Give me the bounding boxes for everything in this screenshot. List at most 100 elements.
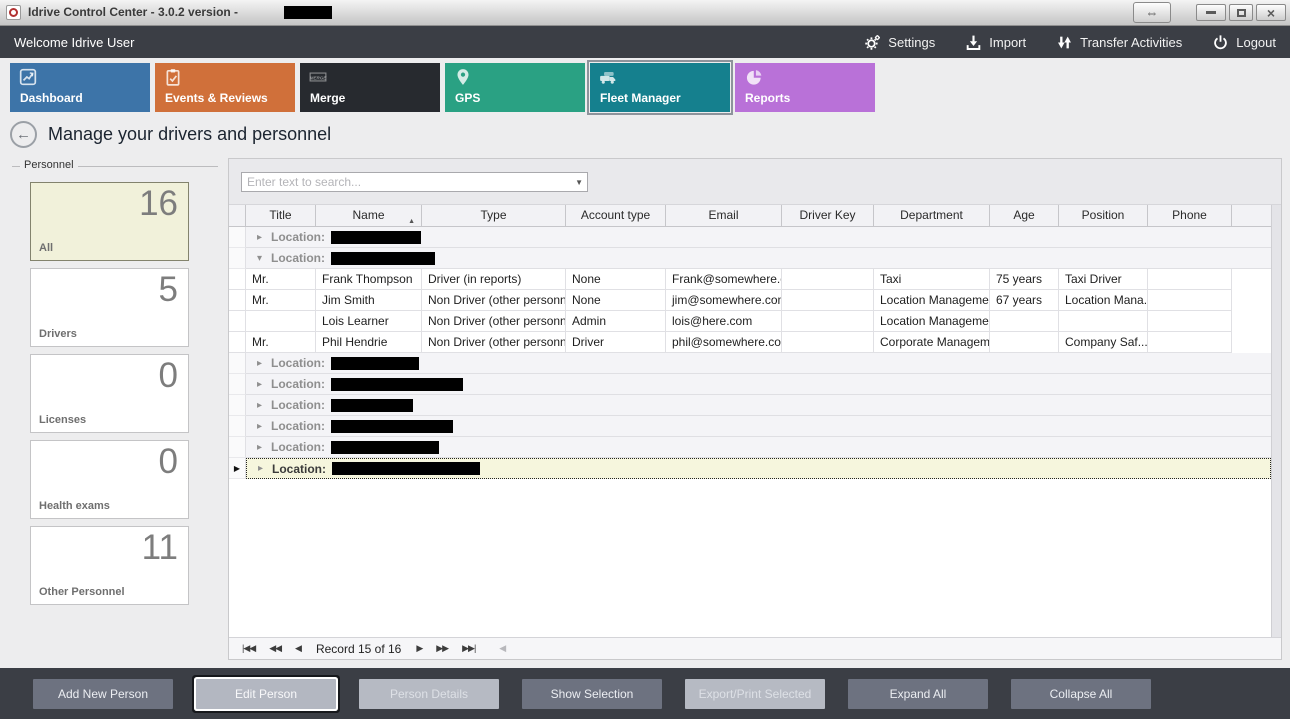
- sidebar-card-drivers[interactable]: 5Drivers: [30, 268, 189, 347]
- location-group-row[interactable]: ▸Location:: [229, 353, 1271, 374]
- nav-prev-page-button[interactable]: ◀◀: [262, 643, 288, 654]
- cell-name: Lois Learner: [316, 311, 422, 332]
- column-header-type[interactable]: Type: [422, 205, 566, 226]
- collapse-all-button[interactable]: Collapse All: [1011, 679, 1151, 709]
- location-group-row[interactable]: ▾Location:: [229, 248, 1271, 269]
- edit-person-button[interactable]: Edit Person: [196, 679, 336, 709]
- hscroll-left-button[interactable]: ◀: [492, 643, 512, 654]
- nav-next-page-button[interactable]: ▶▶: [429, 643, 455, 654]
- nav-last-button[interactable]: ▶▶|: [455, 643, 482, 654]
- search-box: ▼: [241, 172, 588, 192]
- search-band: ▼: [229, 159, 1281, 205]
- expand-all-button[interactable]: Expand All: [848, 679, 988, 709]
- column-header-age[interactable]: Age: [990, 205, 1059, 226]
- vertical-scrollbar[interactable]: [1271, 205, 1281, 637]
- expand-group-icon[interactable]: ▸: [254, 400, 265, 411]
- tab-fleet-manager[interactable]: Fleet Manager: [590, 63, 730, 112]
- export-print-selected-button[interactable]: Export/Print Selected: [685, 679, 825, 709]
- column-header-email[interactable]: Email: [666, 205, 782, 226]
- person-row-phil-hendrie[interactable]: Mr.Phil HendrieNon Driver (other personn…: [229, 332, 1271, 353]
- nav-next-button[interactable]: ▶: [409, 643, 429, 654]
- column-header-driver-key[interactable]: Driver Key: [782, 205, 874, 226]
- close-button[interactable]: ×: [1256, 4, 1286, 21]
- location-redaction: [331, 441, 439, 454]
- expand-group-icon[interactable]: ▸: [254, 442, 265, 453]
- sidebar-card-health-exams[interactable]: 0 Health exams: [30, 440, 189, 519]
- row-indicator-cell: [229, 227, 246, 248]
- tab-reports[interactable]: Reports: [735, 63, 875, 112]
- expand-group-icon[interactable]: ▸: [254, 379, 265, 390]
- add-new-person-button[interactable]: Add New Person: [33, 679, 173, 709]
- card-label: Health exams: [39, 500, 110, 512]
- title-bar: Idrive Control Center - 3.0.2 version - …: [0, 0, 1290, 26]
- location-group-row[interactable]: ▸Location:: [229, 416, 1271, 437]
- cell-email: phil@somewhere.com: [666, 332, 782, 353]
- location-group-row[interactable]: ▸ Location:: [229, 374, 1271, 395]
- person-row-jim-smith[interactable]: Mr.Jim SmithNon Driver (other personnel)…: [229, 290, 1271, 311]
- tab-merge[interactable]: MERGEMerge: [300, 63, 440, 112]
- page-title: Manage your drivers and personnel: [48, 124, 331, 145]
- maximize-button[interactable]: [1229, 4, 1253, 21]
- pin-icon: [454, 68, 472, 86]
- settings-label: Settings: [888, 35, 935, 50]
- column-header-account-type[interactable]: Account type: [566, 205, 666, 226]
- column-header-title[interactable]: Title: [246, 205, 316, 226]
- expand-group-icon[interactable]: ▸: [254, 421, 265, 432]
- back-button[interactable]: ←: [10, 121, 37, 148]
- transfer-activities-button[interactable]: Transfer Activities: [1056, 34, 1182, 51]
- expand-group-icon[interactable]: ▸: [255, 463, 266, 474]
- import-button[interactable]: Import: [965, 34, 1026, 51]
- show-selection-button[interactable]: Show Selection: [522, 679, 662, 709]
- card-count: 11: [142, 528, 178, 568]
- search-dropdown-icon[interactable]: ▼: [575, 178, 583, 187]
- page-heading: ← Manage your drivers and personnel: [10, 121, 331, 148]
- location-group-row[interactable]: ▸Location:: [229, 395, 1271, 416]
- sidebar-card-all[interactable]: 16All: [30, 182, 189, 261]
- person-row-lois-learner[interactable]: Lois LearnerNon Driver (other personnel)…: [229, 311, 1271, 332]
- person-details-button[interactable]: Person Details: [359, 679, 499, 709]
- card-count: 0: [159, 442, 178, 482]
- resize-window-button[interactable]: ⇔: [1133, 2, 1171, 23]
- column-header-department[interactable]: Department: [874, 205, 990, 226]
- nav-first-button[interactable]: |◀◀: [235, 643, 262, 654]
- card-count: 0: [159, 356, 178, 396]
- row-filler: [1232, 269, 1271, 290]
- person-row-frank-thompson[interactable]: Mr.Frank ThompsonDriver (in reports)None…: [229, 269, 1271, 290]
- cell-type: Non Driver (other personnel): [422, 290, 566, 311]
- sidebar-card-licenses[interactable]: 0 Licenses: [30, 354, 189, 433]
- row-indicator-cell: [229, 395, 246, 416]
- group-label: Location:: [271, 377, 325, 391]
- location-group-row[interactable]: ▸ Location:: [229, 227, 1271, 248]
- row-indicator-cell: [229, 332, 246, 353]
- cell-department: Location Management: [874, 311, 990, 332]
- card-label: Drivers: [39, 328, 77, 340]
- expand-group-icon[interactable]: ▸: [254, 358, 265, 369]
- toolbar-actions: Settings Import Transfer Activities Logout: [864, 34, 1276, 51]
- expand-group-icon[interactable]: ▸: [254, 232, 265, 243]
- card-count: 16: [139, 184, 178, 224]
- power-icon: [1212, 34, 1229, 51]
- location-redaction: [331, 378, 463, 391]
- sidebar-card-other-personnel[interactable]: 11Other Personnel: [30, 526, 189, 605]
- location-group-row[interactable]: ▸Location:: [229, 437, 1271, 458]
- tab-events-reviews[interactable]: Events & Reviews: [155, 63, 295, 112]
- column-header-position[interactable]: Position: [1059, 205, 1148, 226]
- nav-prev-button[interactable]: ◀: [288, 643, 308, 654]
- cell-phone: [1148, 269, 1232, 290]
- search-input[interactable]: [242, 173, 587, 191]
- tab-gps[interactable]: GPS: [445, 63, 585, 112]
- minimize-button[interactable]: [1196, 4, 1226, 21]
- tab-dashboard[interactable]: Dashboard: [10, 63, 150, 112]
- location-group-row[interactable]: ▶▸Location:: [229, 458, 1271, 479]
- collapse-group-icon[interactable]: ▾: [254, 253, 265, 264]
- column-header-name[interactable]: Name▲: [316, 205, 422, 226]
- cell-phone: [1148, 332, 1232, 353]
- personnel-grid-panel: ▼ TitleName▲TypeAccount typeEmailDriver …: [228, 158, 1282, 660]
- card-label: Licenses: [39, 414, 86, 426]
- settings-button[interactable]: Settings: [864, 34, 935, 51]
- cell-driver-key: [782, 290, 874, 311]
- column-header-phone[interactable]: Phone: [1148, 205, 1232, 226]
- location-redaction: [331, 420, 453, 433]
- group-label: Location:: [271, 230, 325, 244]
- logout-button[interactable]: Logout: [1212, 34, 1276, 51]
